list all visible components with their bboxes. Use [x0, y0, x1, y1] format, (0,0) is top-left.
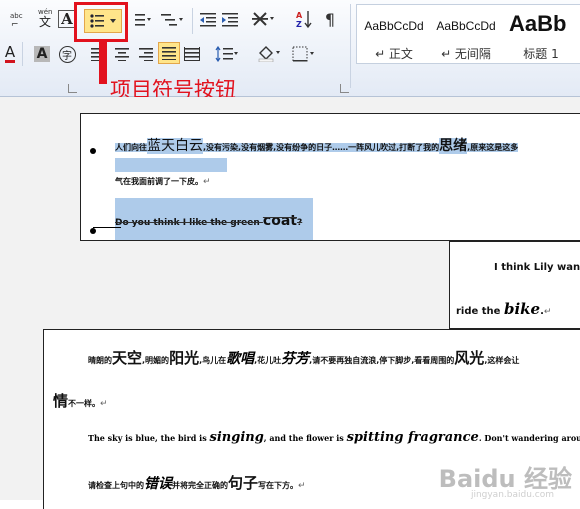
paragraph-5[interactable]: 请检查上句中的错误并将完全正确的句子写在下方。↵: [88, 472, 306, 493]
font-color-label: A: [4, 42, 16, 63]
annotation-pointer: [99, 42, 107, 84]
font-color-button[interactable]: A: [0, 42, 20, 64]
shading-button[interactable]: [256, 42, 284, 64]
asian-layout-button[interactable]: [250, 8, 278, 30]
text-box-2[interactable]: I think Lily wan ride the bike.↵: [449, 241, 580, 329]
text-run: 不一样。: [68, 399, 101, 408]
text-run: ,这样会让: [484, 356, 520, 365]
text-run-emphasis: bike: [503, 300, 541, 318]
paragraph-1[interactable]: 人们向往蓝天白云,没有污染,没有烟雾,没有纷争的日子……一阵风儿吹过,打断了我的…: [115, 134, 580, 160]
text-run: ride the: [456, 306, 504, 317]
bullet-marker: [90, 228, 96, 234]
paragraph-mark-icon: ↵: [100, 399, 108, 409]
text-run-emphasis: spitting fragrance: [346, 430, 479, 445]
text-run-emphasis: 思绪: [439, 138, 468, 154]
text-run: ?: [296, 218, 303, 228]
line-spacing-button[interactable]: [214, 43, 240, 65]
text-run: 人们向往: [115, 143, 147, 152]
text-run-emphasis: singing: [209, 430, 264, 445]
svg-text:⌐: ⌐: [11, 20, 19, 28]
show-formatting-marks-button[interactable]: ¶: [320, 8, 340, 30]
text-run: Do you think I like the green: [115, 218, 263, 228]
text-run: The sky is blue, the bird is: [88, 433, 210, 443]
text-run-emphasis: 风光: [454, 349, 485, 367]
svg-text:Z: Z: [296, 20, 302, 29]
align-center-button[interactable]: [112, 43, 132, 65]
svg-text:A: A: [296, 11, 303, 20]
text-run: 气在我面前调了一下皮。: [115, 177, 203, 186]
text-run-emphasis: 错误: [144, 476, 172, 492]
text-run-emphasis: 情: [53, 392, 69, 410]
style-normal-preview: AaBbCcDd: [364, 19, 424, 33]
enclose-characters-label: 字: [58, 45, 76, 63]
text-run: 晴朗的: [88, 356, 112, 365]
text-run: ,原来这是这多: [467, 143, 519, 152]
cursor-line: [93, 227, 121, 228]
styles-gallery[interactable]: AaBbCcDd ↵ 正文 AaBbCcDd ↵ 无间隔 AaBb 标题 1: [356, 4, 580, 64]
style-heading-1[interactable]: AaBb 标题 1: [503, 11, 579, 65]
numbering-button[interactable]: [130, 9, 154, 31]
style-normal[interactable]: AaBbCcDd ↵ 正文: [359, 11, 429, 65]
pinyin-guide-icon[interactable]: abc ⌐: [8, 8, 28, 30]
justify-button[interactable]: [158, 42, 180, 64]
selection-highlight: [115, 158, 227, 172]
text-run: ,花儿吐: [254, 356, 282, 365]
style-no-spacing-preview: AaBbCcDd: [436, 19, 496, 33]
svg-text:文: 文: [39, 14, 51, 28]
paragraph-mark-icon: ↵: [543, 307, 552, 317]
text-run: ,请不要再独自流浪,停下脚步,看看周围的: [309, 356, 455, 365]
bullet-marker: [90, 148, 96, 154]
decrease-indent-button[interactable]: [198, 9, 218, 31]
enclose-characters-button[interactable]: 字: [56, 43, 78, 65]
style-heading-1-label: 标题 1: [523, 47, 559, 61]
text-run-emphasis: 阳光: [169, 349, 200, 367]
text-run: ,鸟儿在: [199, 356, 227, 365]
paragraph-mark-icon: ↵: [298, 481, 306, 491]
style-normal-label: ↵ 正文: [375, 47, 413, 61]
paragraph-4[interactable]: The sky is blue, the bird is singing, an…: [88, 430, 580, 445]
text-run: 请检查上句中的: [88, 481, 144, 490]
distributed-button[interactable]: [182, 43, 202, 65]
paragraph-3-line-2: 情不一样。↵: [53, 390, 108, 411]
multilevel-list-button[interactable]: [158, 9, 186, 31]
text-run-emphasis: 芬芳: [281, 351, 310, 367]
paragraph-mark-icon: ¶: [324, 9, 336, 29]
watermark-url: jingyan.baidu.com: [470, 490, 554, 500]
text-run: 并将完全正确的: [172, 481, 228, 490]
text-run-emphasis: coat: [262, 213, 297, 229]
text-run-emphasis: 歌唱: [226, 351, 255, 367]
paragraph-3[interactable]: 晴朗的天空,明媚的阳光,鸟儿在歌唱,花儿吐芬芳,请不要再独自流浪,停下脚步,看看…: [88, 348, 580, 371]
align-right-button[interactable]: [136, 43, 156, 65]
text-box-1[interactable]: 人们向往蓝天白云,没有污染,没有烟雾,没有纷争的日子……一阵风儿吹过,打断了我的…: [80, 113, 580, 241]
phonetic-guide-icon[interactable]: wén 文: [36, 6, 56, 28]
paragraph-1-line-2[interactable]: 气在我面前调了一下皮。↵: [115, 174, 415, 190]
text-run-emphasis: 蓝天白云: [147, 138, 203, 154]
borders-button[interactable]: [290, 43, 318, 65]
style-heading-1-preview: AaBb: [509, 11, 567, 36]
paragraph-2[interactable]: Do you think I like the green coat?: [115, 198, 313, 240]
text-run: 写在下方。: [258, 481, 299, 490]
style-no-spacing[interactable]: AaBbCcDd ↵ 无间隔: [431, 11, 501, 65]
box-2-line-1: I think Lily wan: [494, 262, 580, 273]
text-run: , and the flower is: [263, 433, 347, 443]
text-run: . Don't wandering around alone.: [478, 433, 580, 443]
text-run: ,明媚的: [142, 356, 170, 365]
sort-button[interactable]: AZ: [294, 8, 314, 30]
box-2-line-2: ride the bike.↵: [456, 300, 551, 318]
paragraph-mark-icon: ↵: [203, 177, 211, 187]
paragraph-dialog-launcher-icon[interactable]: [340, 84, 349, 93]
increase-indent-button[interactable]: [220, 9, 240, 31]
svg-text:abc: abc: [10, 12, 23, 20]
text-run: ,没有污染,没有烟雾,没有纷争的日子……一阵风儿吹过,打断了我的: [203, 143, 440, 152]
style-no-spacing-label: ↵ 无间隔: [441, 47, 491, 61]
text-run-emphasis: 句子: [228, 474, 259, 492]
character-shading-button[interactable]: A: [32, 43, 52, 65]
bullets-button-highlight: [74, 2, 128, 42]
text-run-emphasis: 天空: [112, 349, 143, 367]
document-area: 人们向往蓝天白云,没有污染,没有烟雾,没有纷争的日子……一阵风儿吹过,打断了我的…: [0, 97, 580, 509]
font-dialog-launcher-icon[interactable]: [68, 84, 77, 93]
watermark: Baidu 经验: [438, 465, 572, 493]
